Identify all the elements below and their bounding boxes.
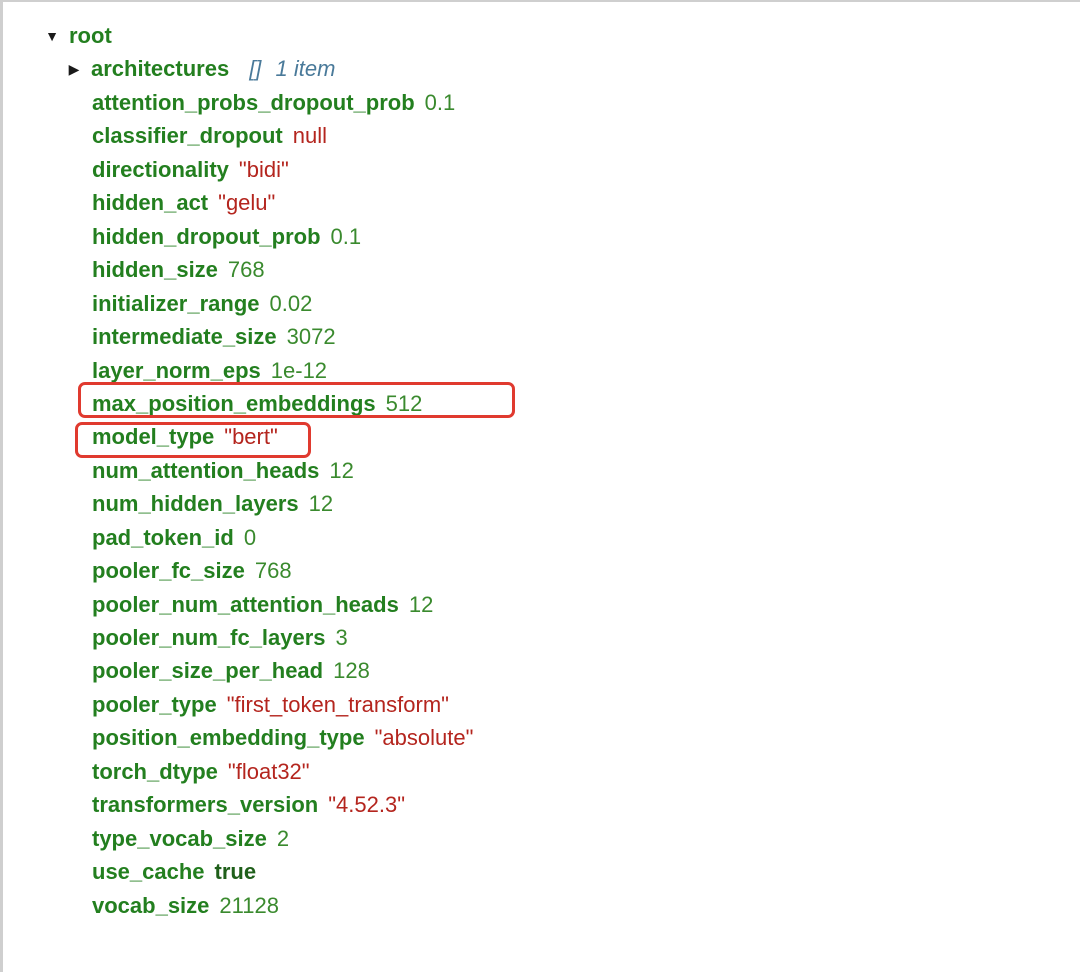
property-value: "bert" bbox=[224, 424, 278, 450]
property-key: directionality bbox=[92, 156, 229, 182]
property-key: num_attention_heads bbox=[92, 457, 320, 483]
property-key: hidden_dropout_prob bbox=[92, 223, 321, 249]
property-key: pooler_type bbox=[92, 691, 217, 717]
property-row: type_vocab_size 2 bbox=[92, 822, 473, 855]
property-value: 12 bbox=[408, 591, 434, 617]
property-key: max_position_embeddings bbox=[92, 390, 376, 416]
property-value: "gelu" bbox=[218, 190, 276, 216]
property-row: initializer_range 0.02 bbox=[92, 287, 473, 320]
tree-node-root[interactable]: ▼ root bbox=[43, 22, 112, 50]
property-value: 1e-12 bbox=[270, 357, 328, 383]
property-key: torch_dtype bbox=[92, 758, 218, 784]
property-value: 768 bbox=[254, 558, 292, 584]
property-value: 3 bbox=[335, 625, 348, 650]
property-row: num_attention_heads 12 bbox=[92, 454, 473, 487]
property-key: initializer_range bbox=[92, 290, 260, 316]
property-key: pooler_num_attention_heads bbox=[92, 591, 399, 617]
property-row: intermediate_size 3072 bbox=[92, 320, 473, 353]
property-row: directionality "bidi" bbox=[92, 153, 473, 186]
property-row: pooler_size_per_head 128 bbox=[92, 654, 473, 687]
property-key: hidden_size bbox=[92, 257, 218, 283]
property-key: attention_probs_dropout_prob bbox=[92, 90, 415, 115]
property-key: position_embedding_type bbox=[92, 725, 365, 751]
property-value: 128 bbox=[333, 658, 370, 684]
property-key: hidden_act bbox=[92, 190, 209, 216]
array-item-count: 1 item bbox=[275, 56, 336, 81]
property-value: 0.1 bbox=[424, 90, 456, 115]
property-row: num_hidden_layers 12 bbox=[92, 487, 473, 520]
property-row: use_cache true bbox=[92, 855, 473, 888]
property-row: pooler_num_fc_layers 3 bbox=[92, 621, 473, 654]
property-key: pad_token_id bbox=[92, 524, 234, 550]
property-value: 3072 bbox=[286, 324, 336, 350]
property-row: pooler_num_attention_heads 12 bbox=[92, 588, 473, 621]
property-row: attention_probs_dropout_prob 0.1 bbox=[92, 86, 473, 119]
property-key: intermediate_size bbox=[92, 324, 277, 350]
property-row: model_type "bert" bbox=[92, 420, 473, 453]
property-row: position_embedding_type "absolute" bbox=[92, 721, 473, 754]
expanded-triangle-icon[interactable]: ▼ bbox=[43, 28, 61, 44]
collapsed-triangle-icon[interactable]: ▶ bbox=[65, 61, 83, 78]
property-row: hidden_act "gelu" bbox=[92, 186, 473, 219]
property-row: pooler_fc_size 768 bbox=[92, 554, 473, 587]
property-value: "first_token_transform" bbox=[226, 691, 449, 717]
property-key: pooler_size_per_head bbox=[92, 658, 324, 684]
property-key: pooler_num_fc_layers bbox=[92, 625, 326, 650]
property-key: architectures bbox=[91, 56, 230, 81]
property-row: max_position_embeddings 512 bbox=[92, 387, 473, 420]
property-list: attention_probs_dropout_prob 0.1 classifi… bbox=[92, 86, 473, 922]
property-row: hidden_dropout_prob 0.1 bbox=[92, 220, 473, 253]
property-key: layer_norm_eps bbox=[92, 357, 261, 383]
property-value: "float32" bbox=[227, 758, 310, 784]
property-key: type_vocab_size bbox=[92, 825, 267, 851]
property-row: torch_dtype "float32" bbox=[92, 755, 473, 788]
property-row: pooler_type "first_token_transform" bbox=[92, 688, 473, 721]
property-value: 2 bbox=[276, 825, 290, 851]
property-key: classifier_dropout bbox=[92, 123, 283, 149]
property-value: "bidi" bbox=[238, 156, 289, 182]
property-value: 512 bbox=[385, 390, 423, 416]
property-key: model_type bbox=[92, 424, 215, 450]
array-bracket: [] bbox=[249, 56, 262, 81]
property-value: true bbox=[214, 859, 257, 885]
json-viewer: ▼ root ▶ architectures [] 1 item attenti… bbox=[0, 0, 1080, 972]
property-row: vocab_size 21128 bbox=[92, 889, 473, 922]
property-value: 768 bbox=[227, 257, 265, 283]
root-label: root bbox=[69, 23, 112, 48]
property-key: num_hidden_layers bbox=[92, 491, 299, 517]
property-row: classifier_dropout null bbox=[92, 119, 473, 152]
property-key: vocab_size bbox=[92, 892, 210, 918]
property-value: 21128 bbox=[219, 892, 279, 918]
property-row: hidden_size 768 bbox=[92, 253, 473, 286]
property-row: transformers_version "4.52.3" bbox=[92, 788, 473, 821]
property-value: 12 bbox=[308, 491, 334, 517]
tree-node-architectures[interactable]: ▶ architectures [] 1 item bbox=[65, 55, 336, 83]
property-value: 0.02 bbox=[269, 290, 313, 316]
property-row: layer_norm_eps 1e-12 bbox=[92, 354, 473, 387]
property-value: 0 bbox=[243, 524, 257, 550]
property-value: null bbox=[292, 123, 327, 149]
property-key: transformers_version bbox=[92, 792, 319, 818]
property-key: pooler_fc_size bbox=[92, 558, 245, 584]
property-value: 0.1 bbox=[330, 223, 362, 249]
property-row: pad_token_id 0 bbox=[92, 521, 473, 554]
property-value: "absolute" bbox=[374, 725, 474, 751]
array-summary: [] 1 item bbox=[249, 56, 335, 82]
property-key: use_cache bbox=[92, 859, 205, 885]
property-value: "4.52.3" bbox=[328, 792, 406, 818]
property-value: 12 bbox=[329, 457, 354, 483]
